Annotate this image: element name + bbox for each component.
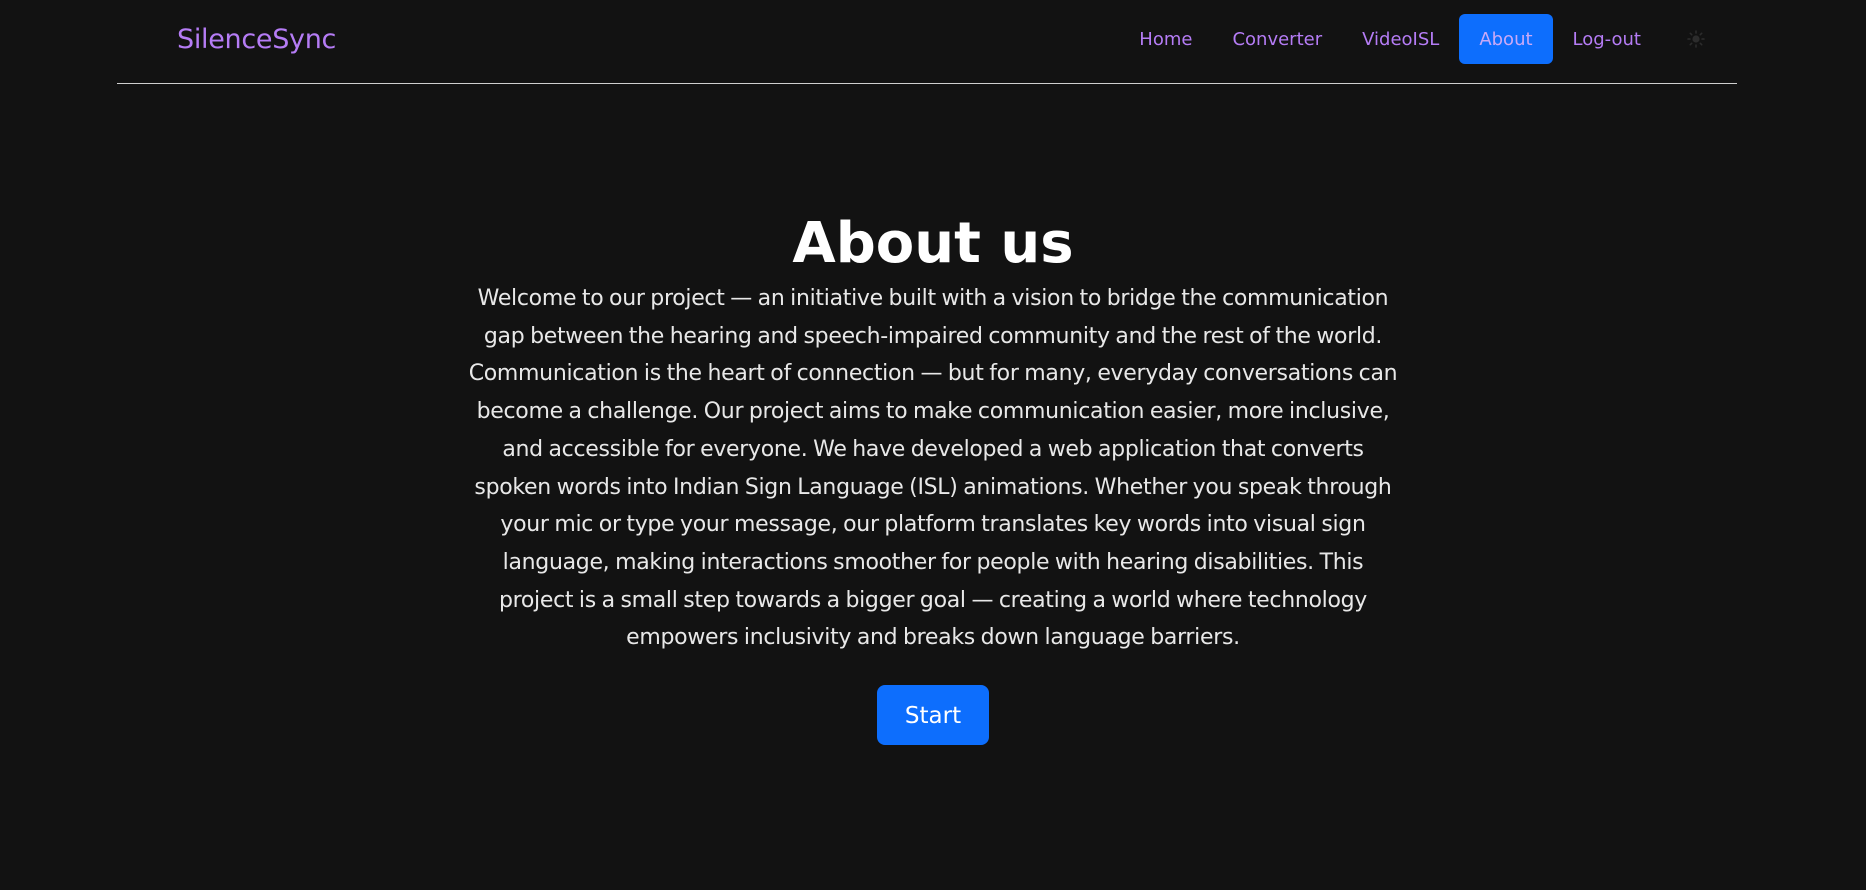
sun-icon: [1687, 30, 1705, 48]
about-description: Welcome to our project — an initiative b…: [468, 286, 1398, 651]
theme-toggle-button[interactable]: [1671, 14, 1721, 64]
nav-links: Home Converter VideoISL About Log-out: [1119, 14, 1737, 64]
nav-link-logout[interactable]: Log-out: [1553, 14, 1661, 64]
page: SilenceSync Home Converter VideoISL Abou…: [0, 0, 1866, 890]
nav-link-videoisl[interactable]: VideoISL: [1342, 14, 1459, 64]
start-button[interactable]: Start: [877, 685, 989, 746]
nav-link-converter[interactable]: Converter: [1212, 14, 1342, 64]
nav-link-home[interactable]: Home: [1119, 14, 1212, 64]
navbar: SilenceSync Home Converter VideoISL Abou…: [117, 0, 1737, 84]
nav-link-about[interactable]: About: [1459, 14, 1553, 64]
page-title: About us: [792, 211, 1074, 276]
about-section: About us Welcome to our project — an ini…: [0, 208, 1866, 746]
brand-logo[interactable]: SilenceSync: [177, 22, 336, 58]
